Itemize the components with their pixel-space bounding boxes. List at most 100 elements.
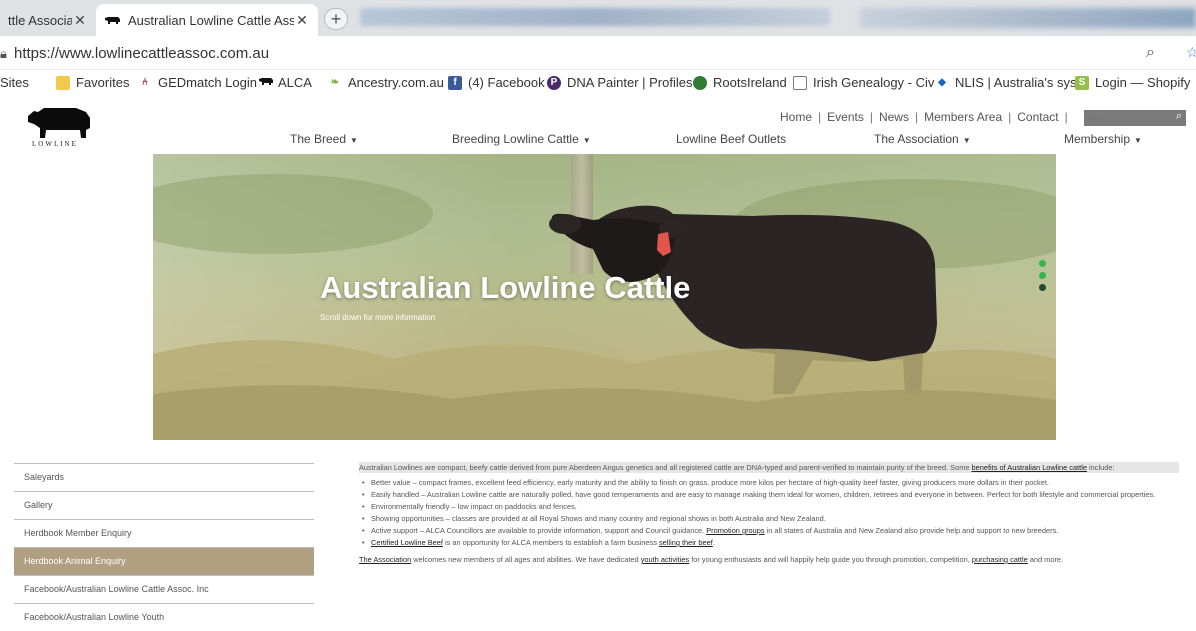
gedmatch-icon: ⑃: [142, 76, 148, 88]
nav-label: Breeding Lowline Cattle: [452, 132, 579, 146]
bookmark-gedmatch[interactable]: ⑃ GEDmatch Login: [138, 75, 257, 90]
sidebar-item-label: Saleyards: [24, 472, 65, 482]
bookmark-rootsireland[interactable]: RootsIreland: [693, 75, 787, 90]
selling-their-beef-link[interactable]: selling their beef: [659, 538, 713, 547]
zoom-icon[interactable]: ⌕: [1146, 44, 1155, 62]
top-nav-news[interactable]: News: [879, 110, 909, 124]
list-item: Showing opportunities – classes are prov…: [359, 514, 1179, 523]
cattle-icon: [104, 13, 122, 28]
certified-lowline-beef-link[interactable]: Certified Lowline Beef: [371, 538, 443, 547]
sidebar-item-herdbook-member-enquiry[interactable]: Herdbook Member Enquiry: [14, 519, 314, 547]
slide-dot-2[interactable]: [1039, 272, 1046, 279]
separator: |: [1008, 110, 1012, 124]
bookmark-alca[interactable]: ALCA: [258, 75, 312, 90]
bookmark-label: Irish Genealogy - Civ: [813, 75, 935, 90]
nav-the-association[interactable]: The Association ▼: [874, 132, 971, 146]
tab-previous[interactable]: ttle Associa ✕: [0, 4, 96, 36]
bookmark-label: ALCA: [278, 75, 312, 90]
list-item-text: is an opportunity for ALCA members to es…: [442, 538, 659, 547]
promotion-groups-link[interactable]: Promotion groups: [706, 526, 764, 535]
youth-activities-link[interactable]: youth activities: [641, 555, 689, 564]
close-icon[interactable]: ✕: [294, 12, 310, 29]
top-nav: Home | Events | News | Members Area | Contact |: [780, 110, 1074, 124]
bookmark-star-icon[interactable]: ☆: [1186, 44, 1196, 61]
sidebar-item-herdbook-animal-enquiry[interactable]: Herdbook Animal Enquiry: [14, 547, 314, 575]
bookmark-label: RootsIreland: [713, 75, 787, 90]
sidebar-item-saleyards[interactable]: Saleyards: [14, 463, 314, 491]
separator: |: [1064, 110, 1068, 124]
page-icon: [793, 75, 807, 90]
search-icon[interactable]: ⌕: [1176, 110, 1182, 123]
tab-active[interactable]: Australian Lowline Cattle Associa ✕: [96, 4, 318, 36]
nav-breeding-lowline-cattle[interactable]: Breeding Lowline Cattle ▼: [452, 132, 591, 146]
sidebar-item-facebook-alca[interactable]: Facebook/Australian Lowline Cattle Assoc…: [14, 575, 314, 603]
list-item-text: Showing opportunities – classes are prov…: [371, 514, 826, 523]
blurred-tab[interactable]: [360, 8, 830, 26]
top-nav-contact[interactable]: Contact: [1017, 110, 1058, 124]
lock-icon[interactable]: 🔒︎: [0, 46, 7, 62]
bookmark-label: GEDmatch Login: [158, 75, 257, 90]
nav-label: Lowline Beef Outlets: [676, 132, 787, 146]
list-item: Better value – compact frames, excellent…: [359, 478, 1179, 487]
bookmark-label: Sites: [0, 75, 29, 90]
top-nav-home[interactable]: Home: [780, 110, 812, 124]
list-item: Easily handled – Australian Lowline catt…: [359, 490, 1179, 499]
tab-title: Australian Lowline Cattle Associa: [128, 12, 294, 28]
bookmark-favorites[interactable]: Favorites: [56, 75, 129, 90]
close-icon[interactable]: ✕: [72, 12, 88, 29]
bookmark-facebook[interactable]: f (4) Facebook: [448, 75, 545, 90]
sidebar-item-label: Facebook/Australian Lowline Cattle Assoc…: [24, 584, 209, 594]
benefits-link[interactable]: benefits of Australian Lowline cattle: [972, 463, 1087, 472]
nav-membership[interactable]: Membership ▼: [1064, 132, 1142, 146]
top-nav-events[interactable]: Events: [827, 110, 864, 124]
sidebar-item-label: Gallery: [24, 500, 53, 510]
main-content: Australian Lowlines are compact, beefy c…: [359, 462, 1179, 564]
tab-title: ttle Associa: [8, 12, 72, 28]
nav-the-breed[interactable]: The Breed ▼: [290, 132, 358, 146]
list-item-text: in all states of Australia and New Zeala…: [764, 526, 1059, 535]
intro-tail: include:: [1086, 463, 1115, 472]
search-box: ⌕: [1084, 110, 1186, 126]
bookmark-label: Login — Shopify: [1095, 75, 1191, 90]
nav-label: The Breed: [290, 132, 347, 146]
caret-down-icon: ▼: [1134, 136, 1142, 145]
sidebar-item-facebook-youth[interactable]: Facebook/Australian Lowline Youth: [14, 603, 314, 631]
top-nav-members-area[interactable]: Members Area: [924, 110, 1002, 124]
logo-text: LOWLINE: [32, 140, 78, 148]
the-association-link[interactable]: The Association: [359, 555, 411, 564]
url-field[interactable]: https://www.lowlinecattleassoc.com.au: [14, 45, 269, 62]
bookmarks-bar: Sites Favorites ⑃ GEDmatch Login ALCA ❧ …: [0, 70, 1196, 98]
roots-icon: [693, 75, 707, 90]
bookmark-label: Ancestry.com.au: [348, 75, 444, 90]
bookmark-label: Favorites: [76, 75, 130, 90]
purchasing-cattle-link[interactable]: purchasing cattle: [972, 555, 1028, 564]
bookmark-sites[interactable]: Sites: [0, 75, 29, 90]
bookmark-nlis[interactable]: ◆ NLIS | Australia's syst: [935, 75, 1080, 90]
list-item-text: Environmentally friendly – low impact on…: [371, 502, 577, 511]
slide-dot-3-active[interactable]: [1039, 284, 1046, 291]
slide-dot-1[interactable]: [1039, 260, 1046, 267]
list-item: Certified Lowline Beef is an opportunity…: [359, 538, 1179, 547]
separator: |: [818, 110, 822, 124]
bookmark-shopify[interactable]: S Login — Shopify: [1075, 75, 1190, 90]
search-input[interactable]: [1086, 111, 1166, 125]
caret-down-icon: ▼: [350, 136, 358, 145]
new-tab-button[interactable]: +: [324, 8, 348, 30]
list-item-text: Active support – ALCA Councillors are av…: [371, 526, 707, 535]
intro-text: Australian Lowlines are compact, beefy c…: [359, 463, 972, 472]
sidebar-item-label: Facebook/Australian Lowline Youth: [24, 612, 165, 622]
bookmark-dna-painter[interactable]: P DNA Painter | Profiles: [547, 75, 692, 90]
bookmark-label: DNA Painter | Profiles: [567, 75, 693, 90]
sidebar-item-gallery[interactable]: Gallery: [14, 491, 314, 519]
address-bar: 🔒︎ https://www.lowlinecattleassoc.com.au…: [0, 36, 1196, 70]
bookmark-irish-genealogy[interactable]: Irish Genealogy - Civ: [793, 75, 934, 90]
cattle-icon: [258, 76, 273, 90]
separator: |: [869, 110, 873, 124]
bookmark-label: (4) Facebook: [468, 75, 545, 90]
nav-lowline-beef-outlets[interactable]: Lowline Beef Outlets: [676, 132, 786, 146]
benefits-list: Better value – compact frames, excellent…: [359, 478, 1179, 547]
shopify-icon: S: [1075, 75, 1089, 90]
bookmark-ancestry[interactable]: ❧ Ancestry.com.au: [328, 75, 444, 90]
association-paragraph: The Association welcomes new members of …: [359, 555, 1179, 564]
lowline-bull-icon: [28, 108, 90, 138]
